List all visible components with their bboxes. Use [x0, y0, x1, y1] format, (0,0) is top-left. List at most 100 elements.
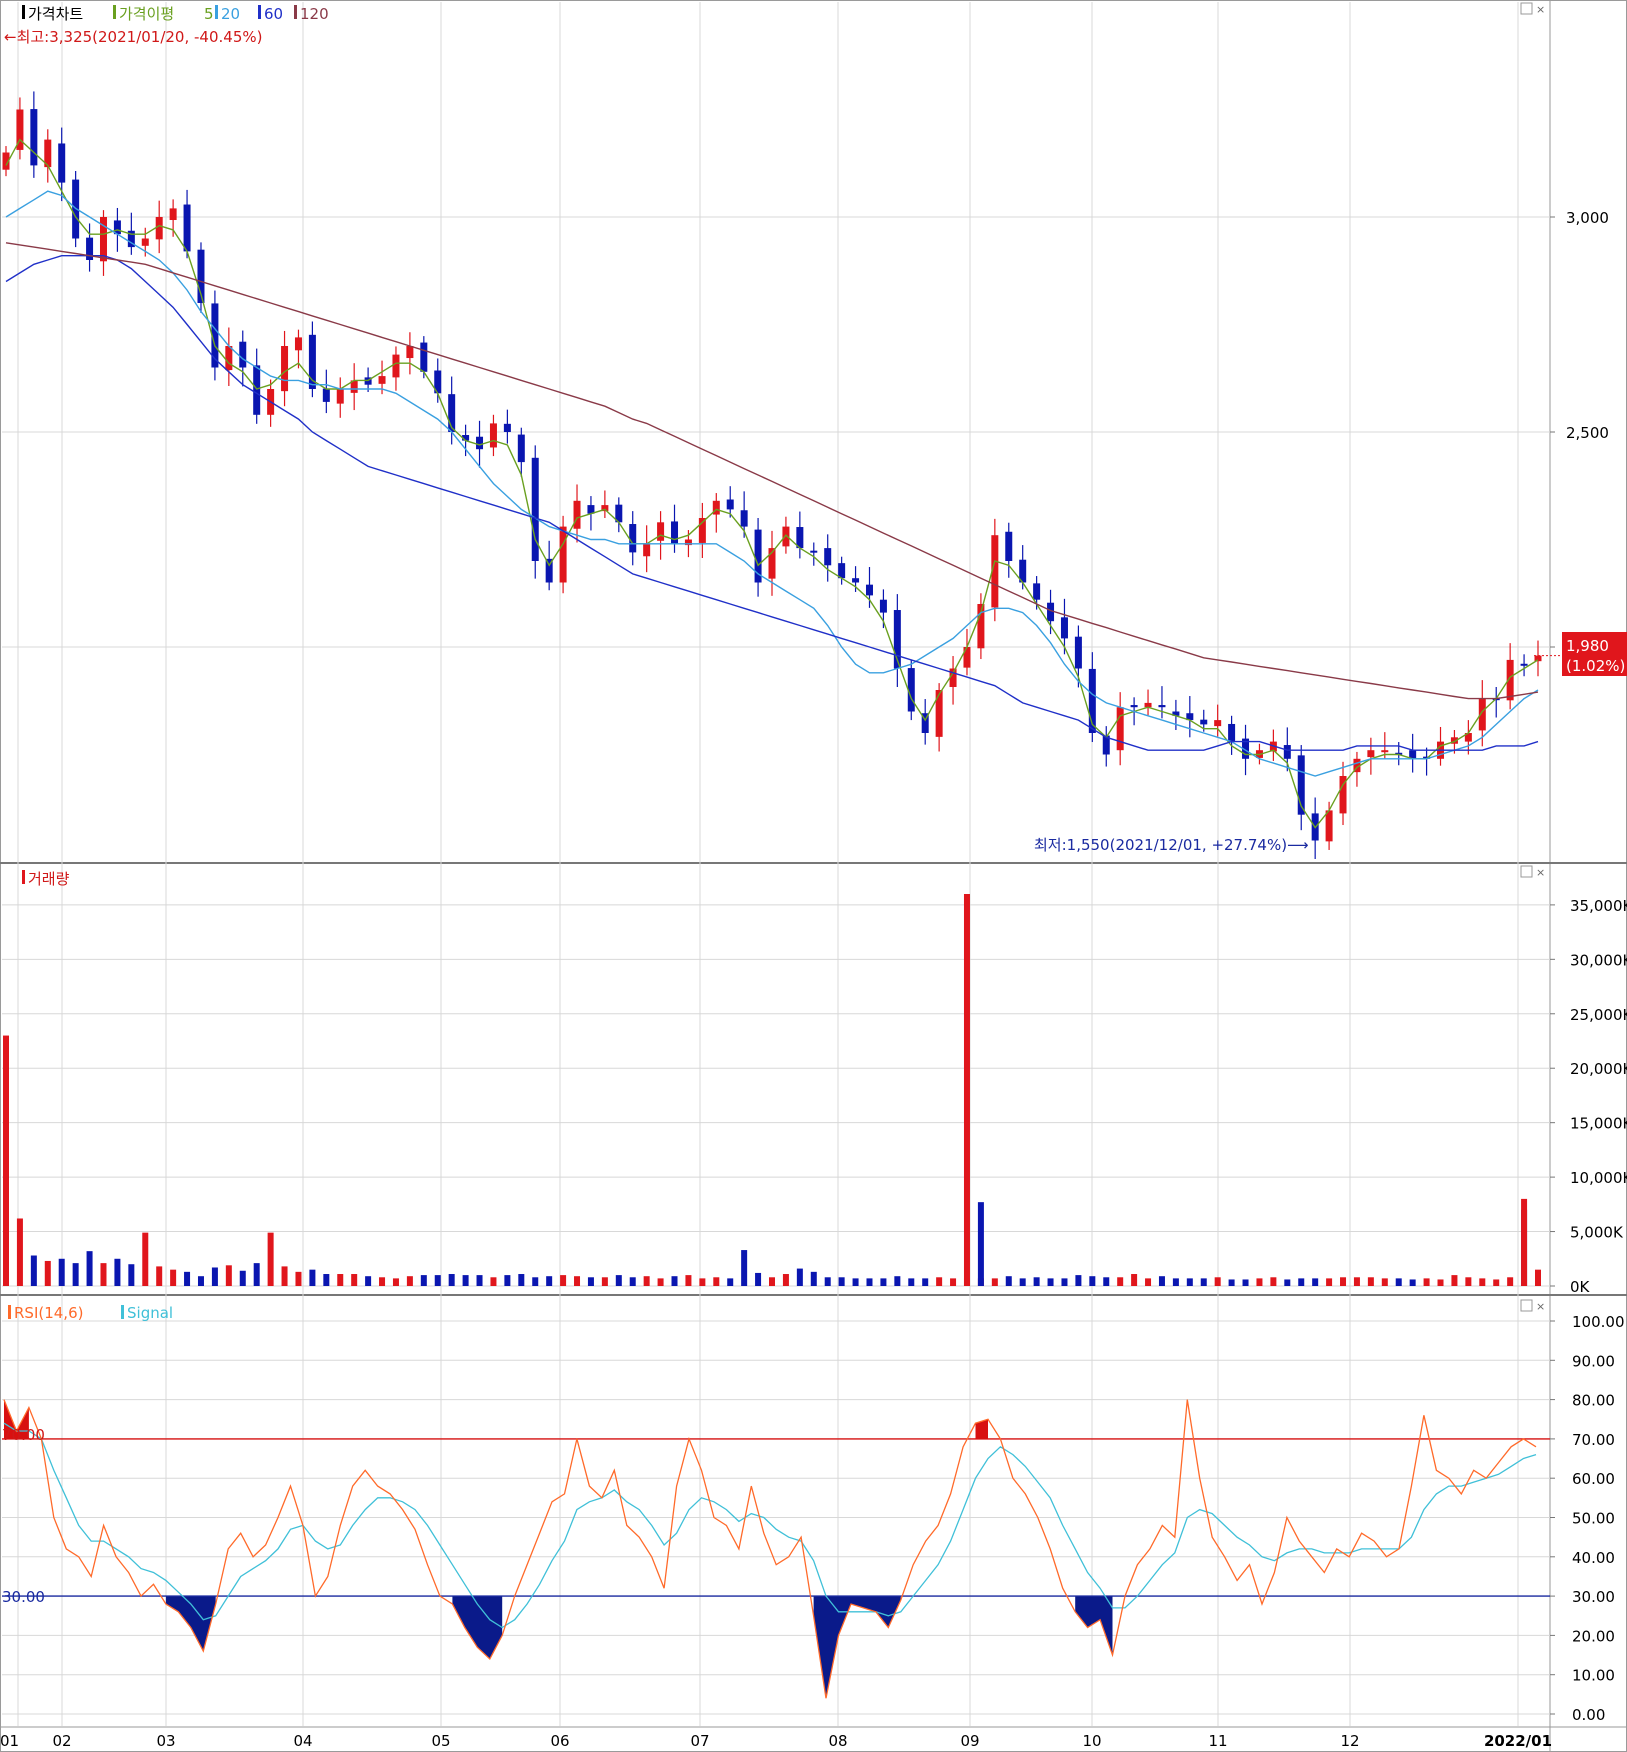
rsi-tick-label: 90.00	[1572, 1352, 1615, 1370]
candle-body	[782, 526, 790, 547]
chart-frame	[0, 0, 1627, 1752]
volume-bar	[420, 1275, 427, 1286]
volume-bar	[30, 1255, 37, 1286]
price-legend: 가격차트 가격이평 5 20 60 120	[22, 5, 329, 23]
legend-ma-title: 가격이평	[119, 5, 174, 23]
volume-bar	[16, 1218, 23, 1286]
price-panel-controls[interactable]: ×	[1520, 2, 1545, 16]
candle-body	[1214, 720, 1222, 727]
volume-bar	[1214, 1277, 1221, 1286]
volume-panel[interactable]	[3, 894, 1541, 1286]
volume-bar	[769, 1277, 775, 1286]
volume-bar	[880, 1278, 887, 1286]
volume-bar	[894, 1276, 901, 1286]
candle-body	[657, 522, 665, 541]
legend-signal: Signal	[127, 1304, 173, 1322]
candle-body	[378, 376, 386, 384]
volume-bar	[1075, 1275, 1082, 1286]
ma-line-120	[5, 242, 1539, 700]
volume-bar	[1381, 1278, 1388, 1286]
rsi-tick-label: 40.00	[1572, 1549, 1615, 1567]
volume-bar	[365, 1276, 372, 1286]
price-panel[interactable]	[2, 91, 1563, 859]
volume-bar	[838, 1277, 845, 1286]
volume-bar	[782, 1274, 789, 1286]
candle-body	[1520, 663, 1528, 666]
volume-bar	[1158, 1276, 1165, 1286]
volume-bar	[936, 1277, 943, 1286]
volume-bar	[852, 1278, 859, 1286]
volume-bar	[629, 1277, 636, 1286]
volume-bar	[1200, 1278, 1207, 1286]
rsi-panel-controls[interactable]: ×	[1520, 1299, 1545, 1313]
volume-bar	[1117, 1277, 1124, 1286]
candle-body	[392, 354, 400, 378]
volume-bar	[824, 1277, 831, 1286]
legend-ma20: 20	[221, 5, 240, 23]
volume-bar	[1493, 1279, 1500, 1286]
volume-bar	[58, 1258, 65, 1286]
rsi-oversold-fill	[1075, 1596, 1113, 1655]
volume-bar	[1186, 1278, 1193, 1286]
volume-bar	[657, 1278, 664, 1286]
candle-body	[1367, 750, 1375, 758]
legend-price-chart: 가격차트	[28, 5, 83, 23]
volume-panel-controls[interactable]: ×	[1520, 865, 1545, 879]
last-price-tag[interactable]: 1,980 (1.02%)	[1562, 632, 1627, 676]
volume-bar	[727, 1278, 734, 1286]
volume-tick-label: 15,000K	[1570, 1115, 1627, 1133]
volume-bar-spike	[1521, 1198, 1528, 1286]
legend-volume: 거래량	[28, 870, 70, 888]
x-tick-label: 01	[0, 1732, 19, 1750]
volume-bar	[1395, 1278, 1402, 1286]
price-tick-label: 2,500	[1566, 424, 1609, 442]
candle-body	[1158, 705, 1166, 708]
x-tick-label: 11	[1208, 1732, 1227, 1750]
volume-bar	[699, 1278, 706, 1286]
candle-body	[476, 436, 484, 450]
volume-bar	[1270, 1277, 1277, 1286]
rsi-panel[interactable]	[2, 1399, 1550, 1699]
volume-bar	[587, 1277, 594, 1286]
candle-body	[406, 346, 414, 359]
volume-bar	[225, 1265, 232, 1286]
legend-ma60: 60	[264, 5, 283, 23]
candle-body	[141, 238, 149, 246]
volume-bar	[1312, 1278, 1319, 1286]
volume-bar	[741, 1250, 748, 1286]
rsi-tick-label: 50.00	[1572, 1510, 1615, 1528]
candle-body	[810, 550, 818, 553]
volume-tick-label: 5,000K	[1570, 1224, 1624, 1242]
rsi-level-lo-label: 30.00	[2, 1588, 45, 1606]
candle-body	[629, 524, 637, 553]
ma-line-60	[5, 254, 1539, 751]
volume-bar	[922, 1278, 929, 1286]
volume-bar	[1172, 1278, 1179, 1286]
volume-bar	[1033, 1277, 1040, 1286]
candle-body	[503, 423, 511, 432]
legend-swatch-signal	[121, 1305, 124, 1319]
volume-bar	[1340, 1277, 1347, 1286]
volume-bar	[309, 1269, 316, 1286]
volume-bar	[713, 1277, 720, 1286]
volume-bar	[1465, 1277, 1472, 1286]
volume-bar	[1242, 1279, 1249, 1286]
volume-bar	[267, 1232, 274, 1286]
legend-swatch-ma120	[294, 5, 297, 19]
panel-close-icon: ×	[1536, 1300, 1545, 1313]
volume-bar	[448, 1274, 455, 1286]
candle-body	[573, 500, 581, 529]
volume-bar	[1047, 1278, 1054, 1286]
rsi-tick-label: 80.00	[1572, 1392, 1615, 1410]
volume-bar	[1535, 1269, 1541, 1286]
last-price-value: 1,980	[1566, 637, 1609, 655]
volume-bar	[518, 1274, 525, 1286]
legend-swatch-volume	[22, 870, 25, 884]
legend-swatch-rsi	[8, 1305, 11, 1319]
legend-rsi: RSI(14,6)	[14, 1304, 83, 1322]
candle-body	[1074, 636, 1082, 669]
volume-bar	[615, 1275, 622, 1286]
candle-body	[559, 526, 567, 583]
volume-bar	[1228, 1279, 1235, 1286]
volume-tick-label: 0K	[1570, 1278, 1591, 1296]
